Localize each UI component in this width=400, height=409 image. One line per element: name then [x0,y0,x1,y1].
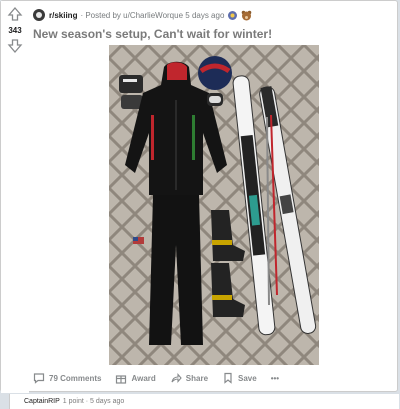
save-label: Save [238,373,257,383]
post-image[interactable] [109,45,319,365]
share-button[interactable]: Share [170,372,208,384]
post-age: 5 days ago [185,10,225,20]
share-label: Share [185,373,209,383]
award-button[interactable]: Award [115,372,156,384]
post-actions: 79 Comments Award Share Save ••• [33,369,293,387]
gift-icon [116,375,127,384]
save-button[interactable]: Save [222,372,257,384]
comment-points: 1 point [62,398,84,405]
vote-score: 343 [8,26,22,35]
arrow-down-icon[interactable] [7,39,23,53]
comments-label: 79 Comments [49,373,102,383]
comments-button[interactable]: 79 Comments [33,372,101,384]
comment-bubble-icon [33,373,45,384]
award-label: Award [131,373,156,383]
award-bear-icon [242,10,252,20]
comment-author[interactable]: CaptainRIP [24,398,60,405]
post-card[interactable]: 343 r/skiing · Posted by u/CharlieWorque… [0,0,398,393]
comment-preview: CaptainRIP 1 point · 5 days ago [9,394,399,409]
bookmark-icon [224,372,232,384]
subreddit-link[interactable]: r/skiing [49,11,77,20]
vote-column: 343 [1,1,29,393]
subreddit-icon[interactable] [33,9,45,21]
arrow-up-icon[interactable] [7,7,23,21]
ski-gear-photo [109,45,319,365]
award-badge-icon [228,10,238,20]
more-options-button[interactable]: ••• [271,374,279,383]
share-arrow-icon [171,373,182,383]
posted-by[interactable]: · Posted by u/CharlieWorque [80,11,183,20]
ellipsis-icon: ••• [270,373,280,383]
post-meta: r/skiing · Posted by u/CharlieWorque 5 d… [33,7,252,23]
comment-age: · 5 days ago [85,398,125,405]
post-title[interactable]: New season's setup, Can't wait for winte… [33,27,393,41]
